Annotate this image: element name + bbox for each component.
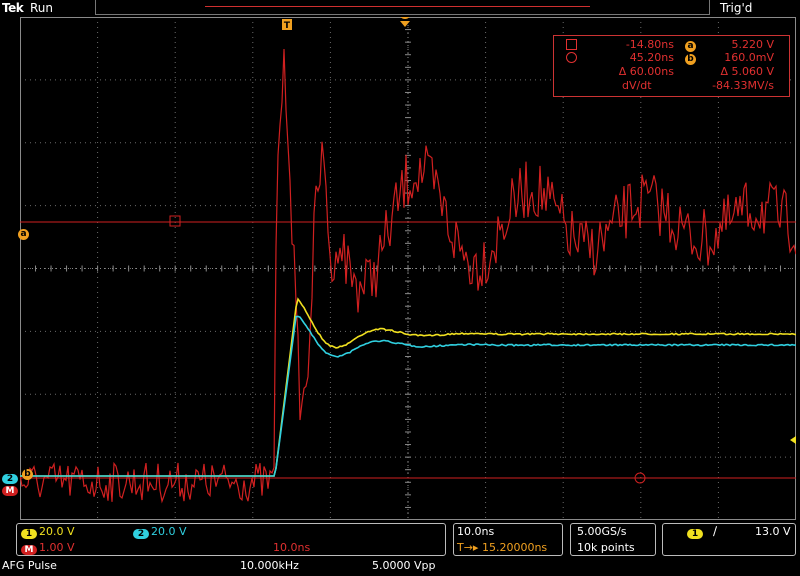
cursor1-time-icon	[566, 39, 577, 53]
dvdt-value: -84.33MV/s	[712, 79, 774, 92]
dvdt-label: dV/dt	[622, 79, 652, 92]
cursor-a-voltage: 5.220 V	[731, 38, 774, 51]
record-view-frame	[95, 0, 710, 15]
afg-frequency[interactable]: 10.000kHz	[240, 559, 299, 572]
trigger-position[interactable]: T→▸ 15.20000ns	[457, 541, 547, 554]
trigger-state: Trig'd	[720, 1, 753, 15]
cursor2-time-icon	[566, 52, 577, 66]
top-status-bar: Tek Run Trig'd	[0, 0, 800, 16]
sample-rate: 5.00GS/s	[577, 525, 627, 538]
cursor1-time-value: -14.80ns	[625, 38, 674, 51]
trigger-panel[interactable]: 1 ∕ 13.0 V	[662, 523, 796, 556]
status-bar: 1 20.0 V 2 20.0 V M 1.00 V 10.0ns 10.0ns…	[0, 522, 800, 576]
ch1-tag-icon[interactable]: 1	[21, 526, 37, 539]
cursor-readout-panel: -14.80ns 45.20ns Δ 60.00ns a 5.220 V b 1…	[553, 35, 790, 97]
math-tag-icon[interactable]: M	[21, 542, 37, 555]
horizontal-scale[interactable]: 10.0ns	[457, 525, 494, 538]
cursor-a-level-marker[interactable]: a	[18, 221, 29, 240]
cursor-b-level-marker[interactable]: b	[22, 461, 33, 480]
math-scale[interactable]: 1.00 V	[39, 541, 75, 554]
acquisition-panel[interactable]: 5.00GS/s 10k points	[570, 523, 656, 556]
acquisition-run-state: Run	[30, 1, 54, 15]
trigger-source-tag-icon[interactable]: 1	[687, 526, 703, 539]
channel-scale-panel[interactable]: 1 20.0 V 2 20.0 V M 1.00 V 10.0ns	[16, 523, 446, 556]
cursor2-time-value: 45.20ns	[629, 51, 674, 64]
math-ground-marker[interactable]: M	[2, 478, 18, 497]
timebase-panel[interactable]: 10.0ns T→▸ 15.20000ns	[453, 523, 563, 556]
trigger-level[interactable]: 13.0 V	[755, 525, 791, 538]
tek-logo: Tek	[2, 1, 24, 15]
afg-amplitude[interactable]: 5.0000 Vpp	[372, 559, 435, 572]
afg-mode[interactable]: AFG Pulse	[2, 559, 57, 572]
ch1-scale[interactable]: 20.0 V	[39, 525, 75, 538]
delta-voltage-value: Δ 5.060 V	[720, 65, 774, 78]
rising-edge-icon: ∕	[713, 524, 718, 538]
math-timebase[interactable]: 10.0ns	[273, 541, 310, 554]
ch2-tag-icon[interactable]: 2	[133, 526, 149, 539]
trigger-marker-label: T	[284, 21, 291, 31]
trigger-position-marker[interactable]: T	[282, 19, 292, 31]
record-length: 10k points	[577, 541, 635, 554]
record-view-bar	[205, 6, 590, 7]
ch2-scale[interactable]: 20.0 V	[151, 525, 187, 538]
delta-time-value: Δ 60.00ns	[618, 65, 674, 78]
cursor-b-voltage: 160.0mV	[724, 51, 774, 64]
